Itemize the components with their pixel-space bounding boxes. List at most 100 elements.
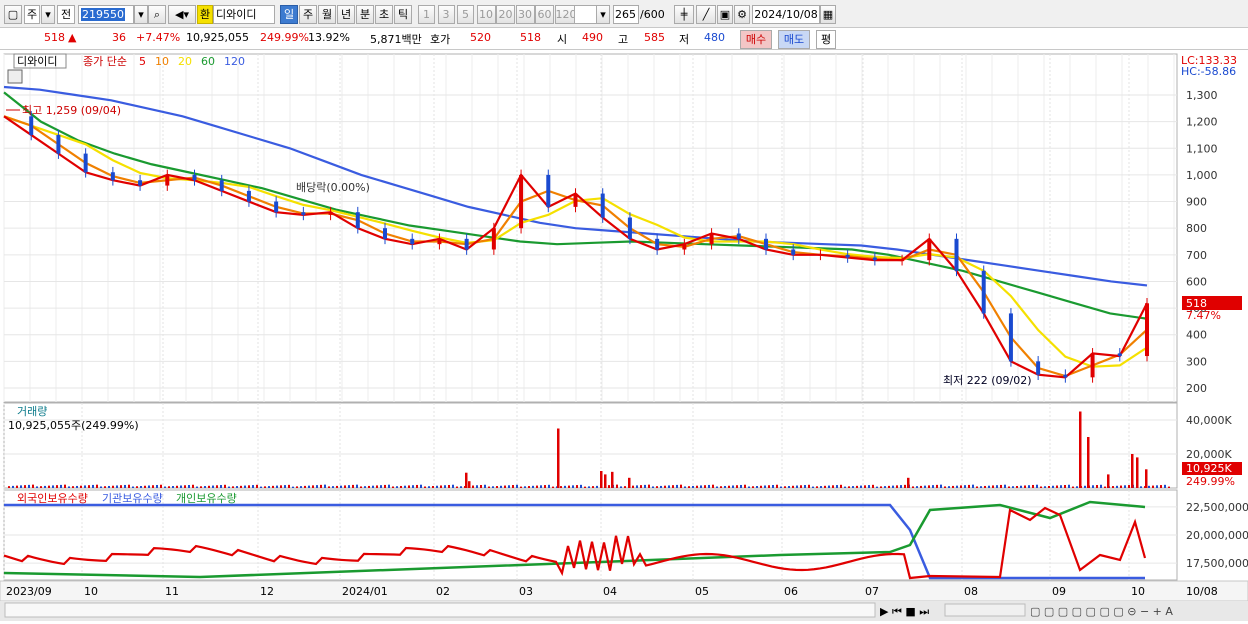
market-select[interactable]: 주: [24, 5, 40, 24]
volume-bar: [208, 485, 210, 488]
volume-bar: [472, 485, 474, 488]
volume-bar: [1008, 486, 1010, 488]
volume-bar: [444, 485, 446, 488]
volume-bar: [92, 484, 94, 488]
candle-body: [573, 193, 578, 207]
volume-bar: [1120, 485, 1122, 488]
y-tick-label: 200: [1186, 382, 1207, 395]
y-tick-label: 1,200: [1186, 116, 1218, 129]
volume-bar: [236, 486, 238, 488]
candle-body: [709, 233, 714, 245]
chevron-down-icon[interactable]: ▾: [596, 5, 610, 24]
low-label: 저: [679, 33, 690, 46]
interval-button-20[interactable]: 20: [496, 5, 515, 24]
period-tab-4[interactable]: 분: [356, 5, 374, 24]
volume-bar: [324, 484, 326, 488]
period-tab-5[interactable]: 초: [375, 5, 393, 24]
market2-select[interactable]: 전: [57, 5, 75, 24]
volume-bar: [100, 486, 102, 488]
candle-body: [355, 212, 360, 229]
volume-bar: [360, 486, 362, 488]
volume-bar: [216, 485, 218, 488]
volume-bar: [140, 485, 142, 488]
count-input[interactable]: 265: [613, 5, 639, 24]
volume-bar: [1156, 485, 1158, 488]
period-tab-2[interactable]: 월: [318, 5, 336, 24]
chevron-down-icon[interactable]: ▾: [41, 5, 55, 24]
volume-bar: [352, 484, 354, 488]
volume-bar: [1064, 484, 1066, 488]
volume-bar: [896, 485, 898, 488]
ma-period-5: 5: [139, 55, 146, 68]
volume-bar: [636, 485, 638, 488]
period-tab-0[interactable]: 일: [280, 5, 298, 24]
search-icon[interactable]: ⌕: [148, 5, 166, 24]
volume-bar: [64, 484, 66, 488]
volume-bar: [264, 486, 266, 488]
period-tab-3[interactable]: 년: [337, 5, 355, 24]
interval-button-60[interactable]: 60: [535, 5, 554, 24]
volume-bar: [608, 485, 610, 488]
line-tool-icon[interactable]: ╱: [696, 5, 716, 24]
volume-bar: [904, 484, 906, 488]
volume-bar: [840, 484, 842, 488]
y-tick-label: 900: [1186, 196, 1207, 209]
volume-bar: [732, 485, 734, 488]
gear-icon[interactable]: ⚙: [734, 5, 750, 24]
chevron-down-icon[interactable]: ▾: [134, 5, 148, 24]
candle-body: [246, 190, 251, 202]
volume-bar: [816, 486, 818, 488]
volume-bar: [588, 486, 590, 488]
chart-area[interactable]: 1,3001,2001,1001,00090080070060050040030…: [0, 50, 1248, 621]
code-input[interactable]: 219550: [81, 8, 125, 21]
volume-bar: [528, 486, 530, 488]
interval-button-30[interactable]: 30: [515, 5, 535, 24]
volume-bar: [164, 486, 166, 488]
interval-button-1[interactable]: 1: [418, 5, 435, 24]
volume-bar: [696, 485, 698, 488]
volume-bar: [16, 485, 18, 488]
volume-bar: [1048, 486, 1050, 488]
volume-bar: [872, 484, 874, 488]
period-tab-1[interactable]: 주: [299, 5, 317, 24]
eval-button[interactable]: 평: [816, 30, 836, 49]
speaker-icon[interactable]: ◀▾: [168, 5, 196, 24]
candle-body: [1063, 374, 1068, 378]
volume-bar: [316, 485, 318, 488]
volume-bar: [136, 486, 138, 488]
interval-button-3[interactable]: 3: [437, 5, 455, 24]
window-icon[interactable]: ▢: [4, 5, 22, 24]
volume-bar: [716, 486, 718, 488]
period-tab-6[interactable]: 틱: [394, 5, 412, 24]
interval-button-5[interactable]: 5: [457, 5, 474, 24]
volume-bar: [968, 484, 970, 488]
volume-bar: [116, 485, 118, 488]
volume-bar: [804, 485, 806, 488]
volume-bar: [648, 484, 650, 488]
volume-bar: [340, 485, 342, 488]
volume-bar: [1096, 485, 1098, 488]
dividend-annotation: 배당락(0.00%): [296, 181, 370, 194]
candle-body: [764, 238, 768, 250]
volume-bar: [1124, 485, 1126, 488]
date-input[interactable]: 2024/10/08: [752, 5, 820, 24]
volume-bar: [40, 486, 42, 488]
y-tick-label: 400: [1186, 329, 1207, 342]
high-label: 고: [618, 33, 629, 46]
buy-button[interactable]: 매수: [740, 30, 772, 49]
x-tick-label: 03: [519, 585, 533, 598]
stock-chart-svg[interactable]: 1,3001,2001,1001,00090080070060050040030…: [0, 50, 1248, 621]
volume-bar: [1072, 486, 1074, 488]
candle-body: [845, 254, 850, 258]
interval-button-10[interactable]: 10: [476, 5, 496, 24]
sell-button[interactable]: 매도: [778, 30, 810, 49]
ma-period-10: 10: [155, 55, 169, 68]
high: 585: [644, 31, 665, 44]
volume-bar: [108, 485, 110, 488]
calendar-icon[interactable]: ▦: [820, 5, 836, 24]
save-icon[interactable]: ▣: [717, 5, 733, 24]
volume-bar: [788, 486, 790, 488]
volume-bar: [24, 485, 26, 488]
candle-icon[interactable]: ╪: [674, 5, 694, 24]
panel-2: [3, 402, 1178, 489]
